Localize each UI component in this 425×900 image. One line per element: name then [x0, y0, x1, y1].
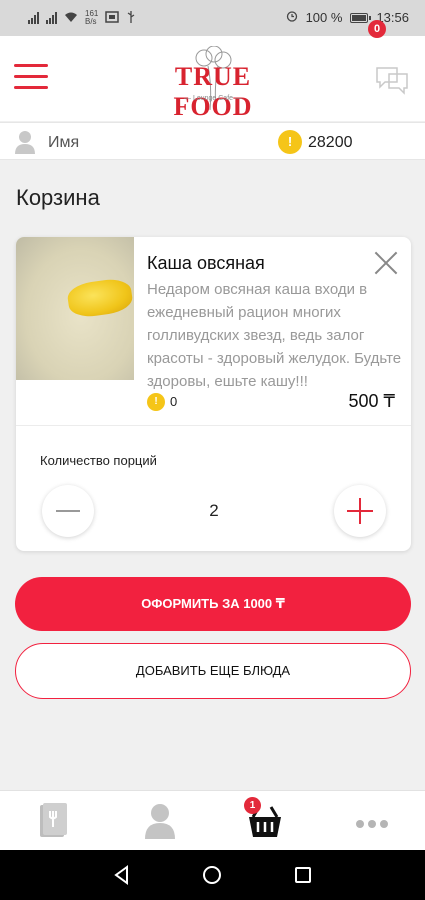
alarm-icon: [286, 10, 298, 25]
messages-badge: 0: [368, 20, 386, 38]
messages-icon[interactable]: [371, 62, 411, 96]
battery-icon: [350, 12, 372, 23]
user-bar[interactable]: Имя ! 28200: [0, 122, 425, 160]
product-bonus: 0: [170, 394, 178, 409]
increase-quantity-button[interactable]: [334, 485, 386, 537]
screen: 161 B/s 100 % 13:56 TRUE FOOD — Lounge C…: [0, 0, 425, 900]
signal-icon: [28, 12, 39, 24]
user-name: Имя: [48, 134, 80, 151]
network-speed: 161 B/s: [85, 9, 99, 26]
recents-icon[interactable]: [294, 866, 312, 884]
cart-badge: 1: [244, 797, 261, 814]
back-icon[interactable]: [112, 865, 132, 885]
status-left-icons: 161 B/s: [28, 10, 136, 26]
product-price: 500 ₸: [348, 391, 396, 411]
decrease-quantity-button[interactable]: [42, 485, 94, 537]
page-title: Корзина: [16, 185, 100, 210]
usb-icon: [126, 10, 136, 26]
remove-item-close-icon[interactable]: [371, 248, 401, 278]
battery-percent: 100 %: [305, 10, 343, 25]
status-right-icons: 100 % 13:56: [286, 10, 409, 25]
product-image: [16, 237, 134, 380]
logo-title: TRUE FOOD: [173, 62, 253, 121]
butter-image-detail: [65, 276, 134, 320]
checkout-button[interactable]: ОФОРМИТЬ ЗА 1000 ₸: [15, 577, 411, 631]
quantity-label: Количество порций: [40, 453, 157, 468]
system-nav-bar: [0, 850, 425, 900]
logo-subtitle: — Lounge Cafe —: [184, 95, 242, 102]
coin-icon: !: [278, 130, 302, 154]
menu-book-icon[interactable]: [34, 801, 74, 841]
coin-icon: !: [147, 393, 165, 411]
signal-icon: [46, 12, 57, 24]
divider: [16, 425, 411, 426]
profile-icon[interactable]: [140, 801, 180, 841]
quantity-stepper: 2: [42, 485, 386, 537]
menu-burger-icon[interactable]: [14, 64, 48, 90]
product-description: Недаром овсяная каша входи в ежедневный …: [147, 281, 402, 390]
add-more-dishes-button[interactable]: ДОБАВИТЬ ЕЩЕ БЛЮДА: [15, 643, 411, 699]
user-points: 28200: [308, 134, 353, 151]
wifi-icon: [64, 11, 78, 26]
app-header: TRUE FOOD — Lounge Cafe —: [0, 36, 425, 121]
status-bar: 161 B/s 100 % 13:56: [0, 0, 425, 36]
logo: TRUE FOOD — Lounge Cafe —: [150, 46, 276, 121]
product-name: Каша овсяная: [147, 253, 265, 273]
user-avatar-icon: [14, 130, 36, 154]
cart-item-card: Каша овсяная Недаром овсяная каша входи …: [16, 237, 411, 551]
more-dots-icon: [356, 820, 388, 828]
notification-icon: [105, 10, 120, 26]
home-icon[interactable]: [202, 865, 222, 885]
